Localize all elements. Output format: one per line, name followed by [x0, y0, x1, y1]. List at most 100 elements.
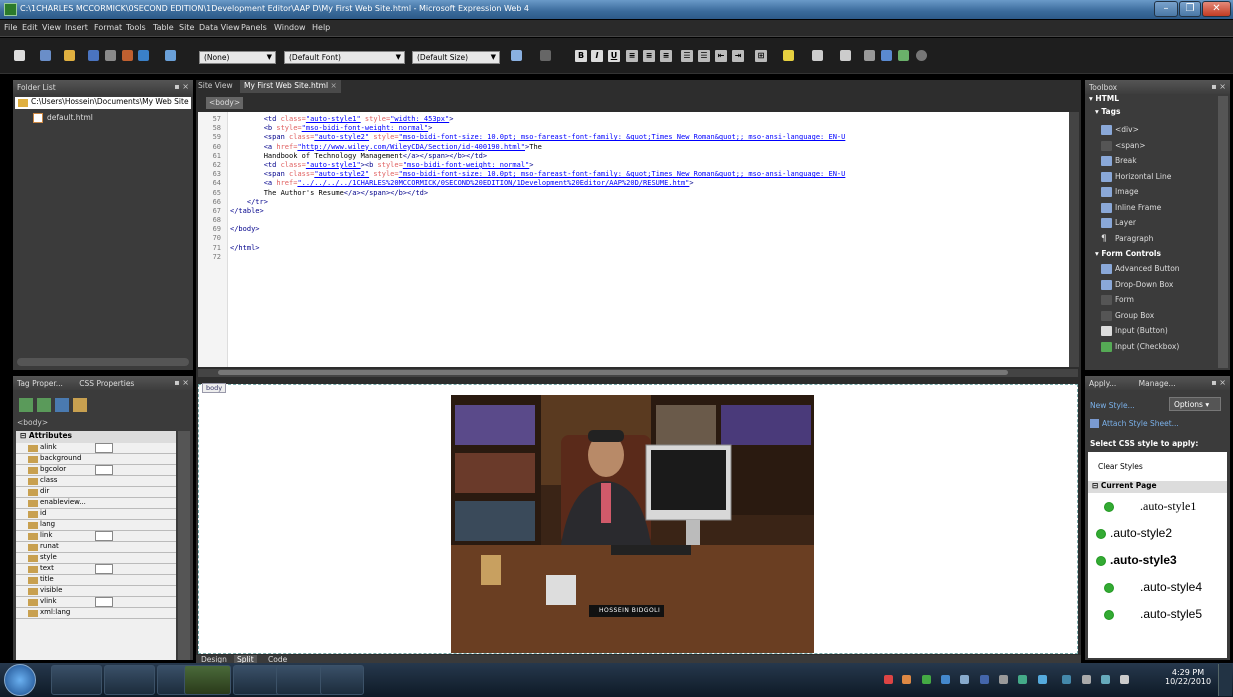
- tab-apply-styles[interactable]: Apply...: [1089, 379, 1116, 388]
- style-item[interactable]: .auto-style5: [1088, 601, 1227, 628]
- bullets-icon[interactable]: ☰: [698, 50, 710, 62]
- tray-icon[interactable]: [922, 675, 931, 684]
- pin-close-icon[interactable]: ▪ ×: [1211, 82, 1226, 91]
- code-view[interactable]: 57 58 59 60 61 62 63 64 65 66 67 68 69 70 71 72 <td cla…: [198, 112, 1078, 367]
- toolbox-item-paragraph[interactable]: ¶ Paragraph: [1085, 231, 1230, 247]
- tab-css-properties[interactable]: CSS Properties: [79, 379, 134, 388]
- code-line[interactable]: <a href="http://www.wiley.com/WileyCDA/S…: [230, 143, 1078, 152]
- flag-icon[interactable]: [1082, 675, 1091, 684]
- code-line[interactable]: <td class="auto-style1"><b style="mso-bi…: [230, 161, 1078, 170]
- color-swatch[interactable]: [95, 465, 113, 475]
- close-button[interactable]: ✕: [1202, 1, 1231, 17]
- toolbox-item-input-button[interactable]: Input (Button): [1085, 323, 1230, 339]
- attr-row[interactable]: dir: [16, 487, 176, 498]
- menu-file[interactable]: File: [4, 23, 17, 32]
- code-line[interactable]: <b style="mso-bidi-font-weight: normal">: [230, 124, 1078, 133]
- people-icon[interactable]: [898, 50, 909, 61]
- scroll-thumb[interactable]: [218, 370, 1008, 375]
- italic-button[interactable]: I: [591, 50, 603, 62]
- file-row[interactable]: default.html: [33, 113, 93, 123]
- toolbox-item-drop-down-box[interactable]: Drop-Down Box: [1085, 277, 1230, 293]
- sort-icon[interactable]: [37, 398, 51, 412]
- picture-icon[interactable]: [881, 50, 892, 61]
- toolbox-item-span[interactable]: <span>: [1085, 138, 1230, 154]
- minimize-button[interactable]: –: [1154, 1, 1178, 17]
- show-categorized-icon[interactable]: [19, 398, 33, 412]
- highlight-icon[interactable]: [783, 50, 794, 61]
- code-line[interactable]: [230, 216, 1078, 225]
- toolbox-item-advanced-button[interactable]: Advanced Button: [1085, 261, 1230, 277]
- taskbar-ie-icon[interactable]: [320, 665, 364, 695]
- menu-tools[interactable]: Tools: [126, 23, 146, 32]
- attr-row[interactable]: xml:lang: [16, 608, 176, 619]
- attr-row[interactable]: title: [16, 575, 176, 586]
- attr-row[interactable]: alink: [16, 443, 176, 454]
- toolbox-item-form[interactable]: Form: [1085, 292, 1230, 308]
- save-icon[interactable]: [88, 50, 99, 61]
- start-button[interactable]: [4, 664, 36, 696]
- attr-row[interactable]: runat: [16, 542, 176, 553]
- menu-site[interactable]: Site: [179, 23, 194, 32]
- taskbar-word-icon[interactable]: [51, 665, 102, 695]
- code-lines[interactable]: <td class="auto-style1" style="width: 45…: [230, 112, 1078, 367]
- pin-close-icon[interactable]: ▪ ×: [174, 82, 189, 91]
- publish-icon[interactable]: [105, 50, 116, 61]
- design-view[interactable]: body HOSSEIN BIDGOLI: [198, 383, 1078, 654]
- insert-icon[interactable]: [165, 50, 176, 61]
- pin-close-icon[interactable]: ▪ ×: [174, 378, 189, 387]
- attr-row[interactable]: enableview...: [16, 498, 176, 509]
- clock[interactable]: 4:29 PM 10/22/2010: [1165, 668, 1211, 686]
- tray-icon[interactable]: [1038, 675, 1047, 684]
- tray-icon[interactable]: [1062, 675, 1071, 684]
- color-swatch[interactable]: [95, 564, 113, 574]
- font-color-icon[interactable]: [812, 50, 823, 61]
- tags-group[interactable]: ▾ Tags: [1085, 107, 1230, 122]
- toolbox-item-layer[interactable]: Layer: [1085, 215, 1230, 231]
- code-line[interactable]: Handbook of Technology Management</a></s…: [230, 152, 1078, 161]
- options-button[interactable]: Options ▾: [1169, 397, 1221, 411]
- attr-row[interactable]: visible: [16, 586, 176, 597]
- menu-format[interactable]: Format: [94, 23, 122, 32]
- size-select[interactable]: (Default Size) ▼: [412, 51, 500, 64]
- code-line[interactable]: <a href="../../../../1CHARLES%20MCCORMIC…: [230, 179, 1078, 188]
- network-icon[interactable]: [1101, 675, 1110, 684]
- attr-row[interactable]: id: [16, 509, 176, 520]
- bold-button[interactable]: B: [575, 50, 587, 62]
- new-site-icon[interactable]: [40, 50, 51, 61]
- menu-view[interactable]: View: [42, 23, 61, 32]
- toolbox-item-div[interactable]: <div>: [1085, 122, 1230, 138]
- toolbox-scrollbar[interactable]: [1218, 96, 1228, 368]
- tab-site-view[interactable]: Site View: [198, 81, 233, 90]
- align-center-icon[interactable]: ≡: [643, 50, 655, 62]
- code-line[interactable]: </body>: [230, 225, 1078, 234]
- menu-insert[interactable]: Insert: [65, 23, 88, 32]
- form-controls-group[interactable]: ▾ Form Controls: [1085, 246, 1230, 261]
- tab-manage-styles[interactable]: Manage...: [1139, 379, 1176, 388]
- show-desktop-button[interactable]: [1218, 664, 1232, 696]
- current-page-section[interactable]: ⊟ Current Page: [1088, 481, 1227, 493]
- new-style-link[interactable]: New Style...: [1090, 401, 1135, 410]
- vertical-scrollbar[interactable]: [178, 431, 190, 660]
- attr-row[interactable]: text: [16, 564, 176, 575]
- volume-icon[interactable]: [1120, 675, 1129, 684]
- attr-row[interactable]: bgcolor: [16, 465, 176, 476]
- toolbox-item-group-box[interactable]: Group Box: [1085, 308, 1230, 324]
- show-set-properties-icon[interactable]: [55, 398, 69, 412]
- html-group[interactable]: ▾ HTML: [1085, 94, 1230, 107]
- toolbox-item-inline-frame[interactable]: Inline Frame: [1085, 200, 1230, 216]
- attr-row[interactable]: link: [16, 531, 176, 542]
- tray-icon[interactable]: [999, 675, 1008, 684]
- tray-icon[interactable]: [960, 675, 969, 684]
- menu-edit[interactable]: Edit: [22, 23, 38, 32]
- attach-style-sheet-link[interactable]: Attach Style Sheet...: [1090, 419, 1179, 428]
- folder-path-row[interactable]: C:\Users\Hossein\Documents\My Web Site: [15, 97, 191, 109]
- toolbox-item-horizontal-line[interactable]: Horizontal Line: [1085, 169, 1230, 185]
- open-folder-icon[interactable]: [64, 50, 75, 61]
- close-icon[interactable]: ×: [330, 81, 336, 90]
- code-line[interactable]: <span class="auto-style2" style="mso-bid…: [230, 170, 1078, 179]
- borders-icon[interactable]: ⊞: [755, 50, 767, 62]
- color-swatch[interactable]: [95, 531, 113, 541]
- menu-panels[interactable]: Panels: [241, 23, 267, 32]
- toolbox-item-image[interactable]: Image: [1085, 184, 1230, 200]
- style-item[interactable]: .auto-style1: [1088, 493, 1227, 520]
